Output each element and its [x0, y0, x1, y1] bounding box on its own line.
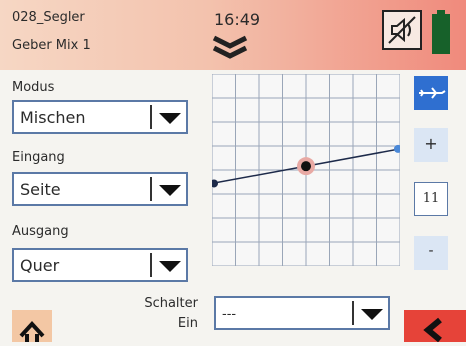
- curve-center-point[interactable]: [301, 161, 311, 172]
- output-select[interactable]: Quer: [12, 248, 188, 282]
- select-divider: [352, 301, 354, 325]
- model-name: 028_Segler: [12, 10, 85, 25]
- curve-svg: [210, 73, 402, 267]
- plus-button[interactable]: +: [414, 128, 448, 162]
- mode-value: Mischen: [20, 108, 86, 127]
- switch-select[interactable]: ---: [214, 296, 390, 330]
- dropdown-arrow-icon: [159, 261, 181, 272]
- switch-value: ---: [222, 307, 237, 322]
- input-select[interactable]: Seite: [12, 172, 188, 206]
- mix-curve-graph[interactable]: [210, 73, 402, 267]
- dropdown-arrow-icon: [159, 185, 181, 196]
- double-chevron-down-icon[interactable]: [210, 34, 250, 60]
- speaker-muted-icon: [388, 16, 416, 44]
- mode-label: Modus: [12, 80, 55, 95]
- minus-button[interactable]: -: [414, 236, 448, 270]
- back-chevron-icon: [423, 317, 442, 343]
- output-label: Ausgang: [12, 224, 69, 239]
- output-value: Quer: [20, 256, 60, 275]
- back-button[interactable]: [404, 310, 466, 343]
- mode-select[interactable]: Mischen: [12, 100, 188, 134]
- airplane-icon: [419, 87, 446, 99]
- header-bar: 028_Segler Geber Mix 1 16:49: [0, 0, 466, 70]
- value-display: 11: [414, 182, 448, 216]
- clock: 16:49: [214, 10, 261, 29]
- input-label: Eingang: [12, 150, 65, 165]
- home-button[interactable]: [12, 310, 52, 342]
- select-divider: [150, 105, 152, 129]
- select-divider: [150, 177, 152, 201]
- dropdown-arrow-icon: [361, 309, 383, 320]
- switch-label: Schalter: [144, 296, 198, 311]
- home-icon: [19, 321, 45, 342]
- select-divider: [150, 253, 152, 277]
- switch-state-label: Ein: [177, 316, 198, 331]
- airplane-button[interactable]: [414, 76, 448, 110]
- battery-icon: [432, 10, 450, 54]
- input-value: Seite: [20, 180, 61, 199]
- screen-title: Geber Mix 1: [12, 38, 91, 53]
- mute-button[interactable]: [382, 10, 422, 50]
- dropdown-arrow-icon: [159, 113, 181, 124]
